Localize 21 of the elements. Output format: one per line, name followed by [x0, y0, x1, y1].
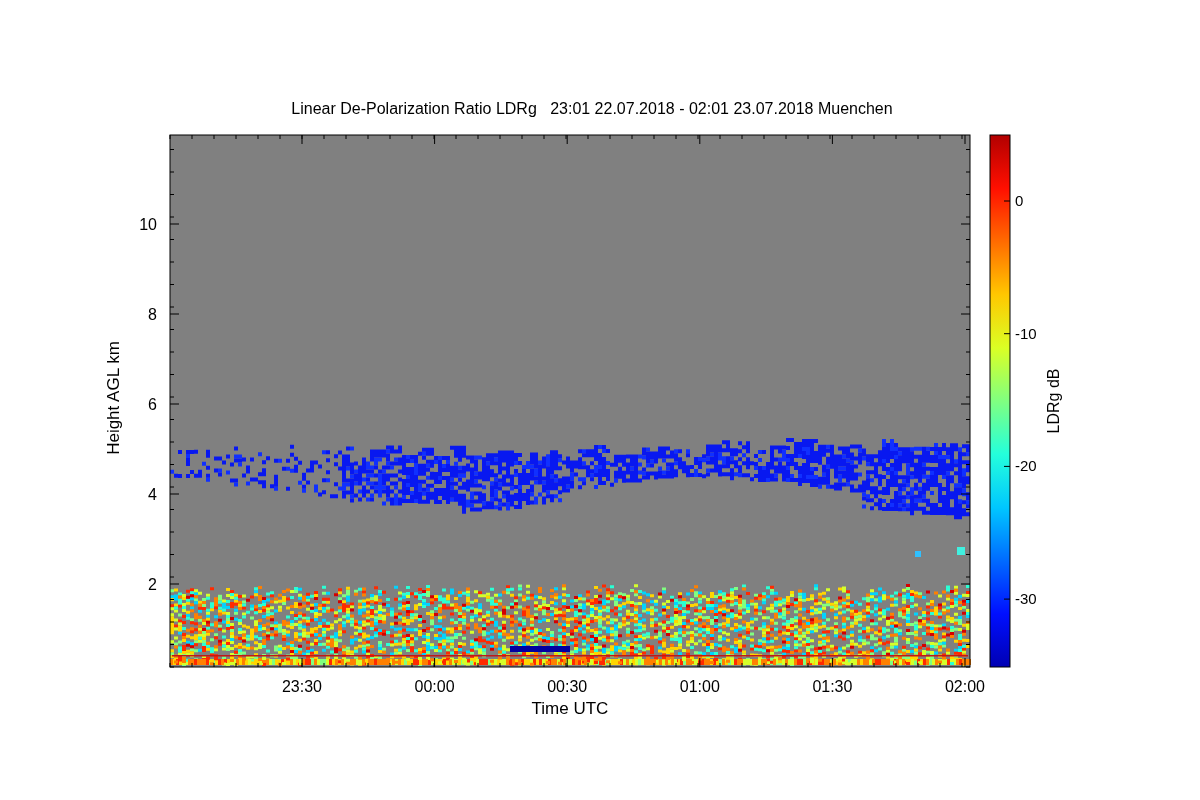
y-tick-label: 8: [148, 306, 157, 323]
aerosol-speck: [915, 551, 921, 557]
x-tick-label: 00:30: [547, 678, 588, 695]
aerosol-speck: [957, 547, 965, 555]
y-tick-label: 2: [148, 576, 157, 593]
x-tick-label: 02:00: [945, 678, 985, 695]
y-tick-label: 10: [139, 216, 157, 233]
y-tick-label: 4: [148, 486, 157, 503]
y-axis-label: Height AGL km: [104, 341, 123, 455]
colorbar-label: LDRg dB: [1045, 368, 1062, 434]
x-tick-label: 00:00: [414, 678, 455, 695]
colorbar-tick-label: -30: [1015, 590, 1037, 608]
chart-title: Linear De-Polarization Ratio LDRg 23:01 22.07.2018 - 02:01 23.07.2018 Muenchen: [291, 100, 893, 117]
x-tick-label: 23:30: [282, 678, 322, 695]
colorbar-tick-label: -20: [1015, 457, 1037, 475]
colorbar-tick-label: 0: [1015, 192, 1024, 209]
x-tick-label: 01:30: [812, 678, 853, 695]
x-tick-label: 01:00: [679, 678, 720, 695]
x-axis-label: Time UTC: [531, 699, 609, 718]
colorbar-tick-label: -10: [1015, 324, 1037, 342]
y-tick-label: 6: [148, 396, 157, 413]
